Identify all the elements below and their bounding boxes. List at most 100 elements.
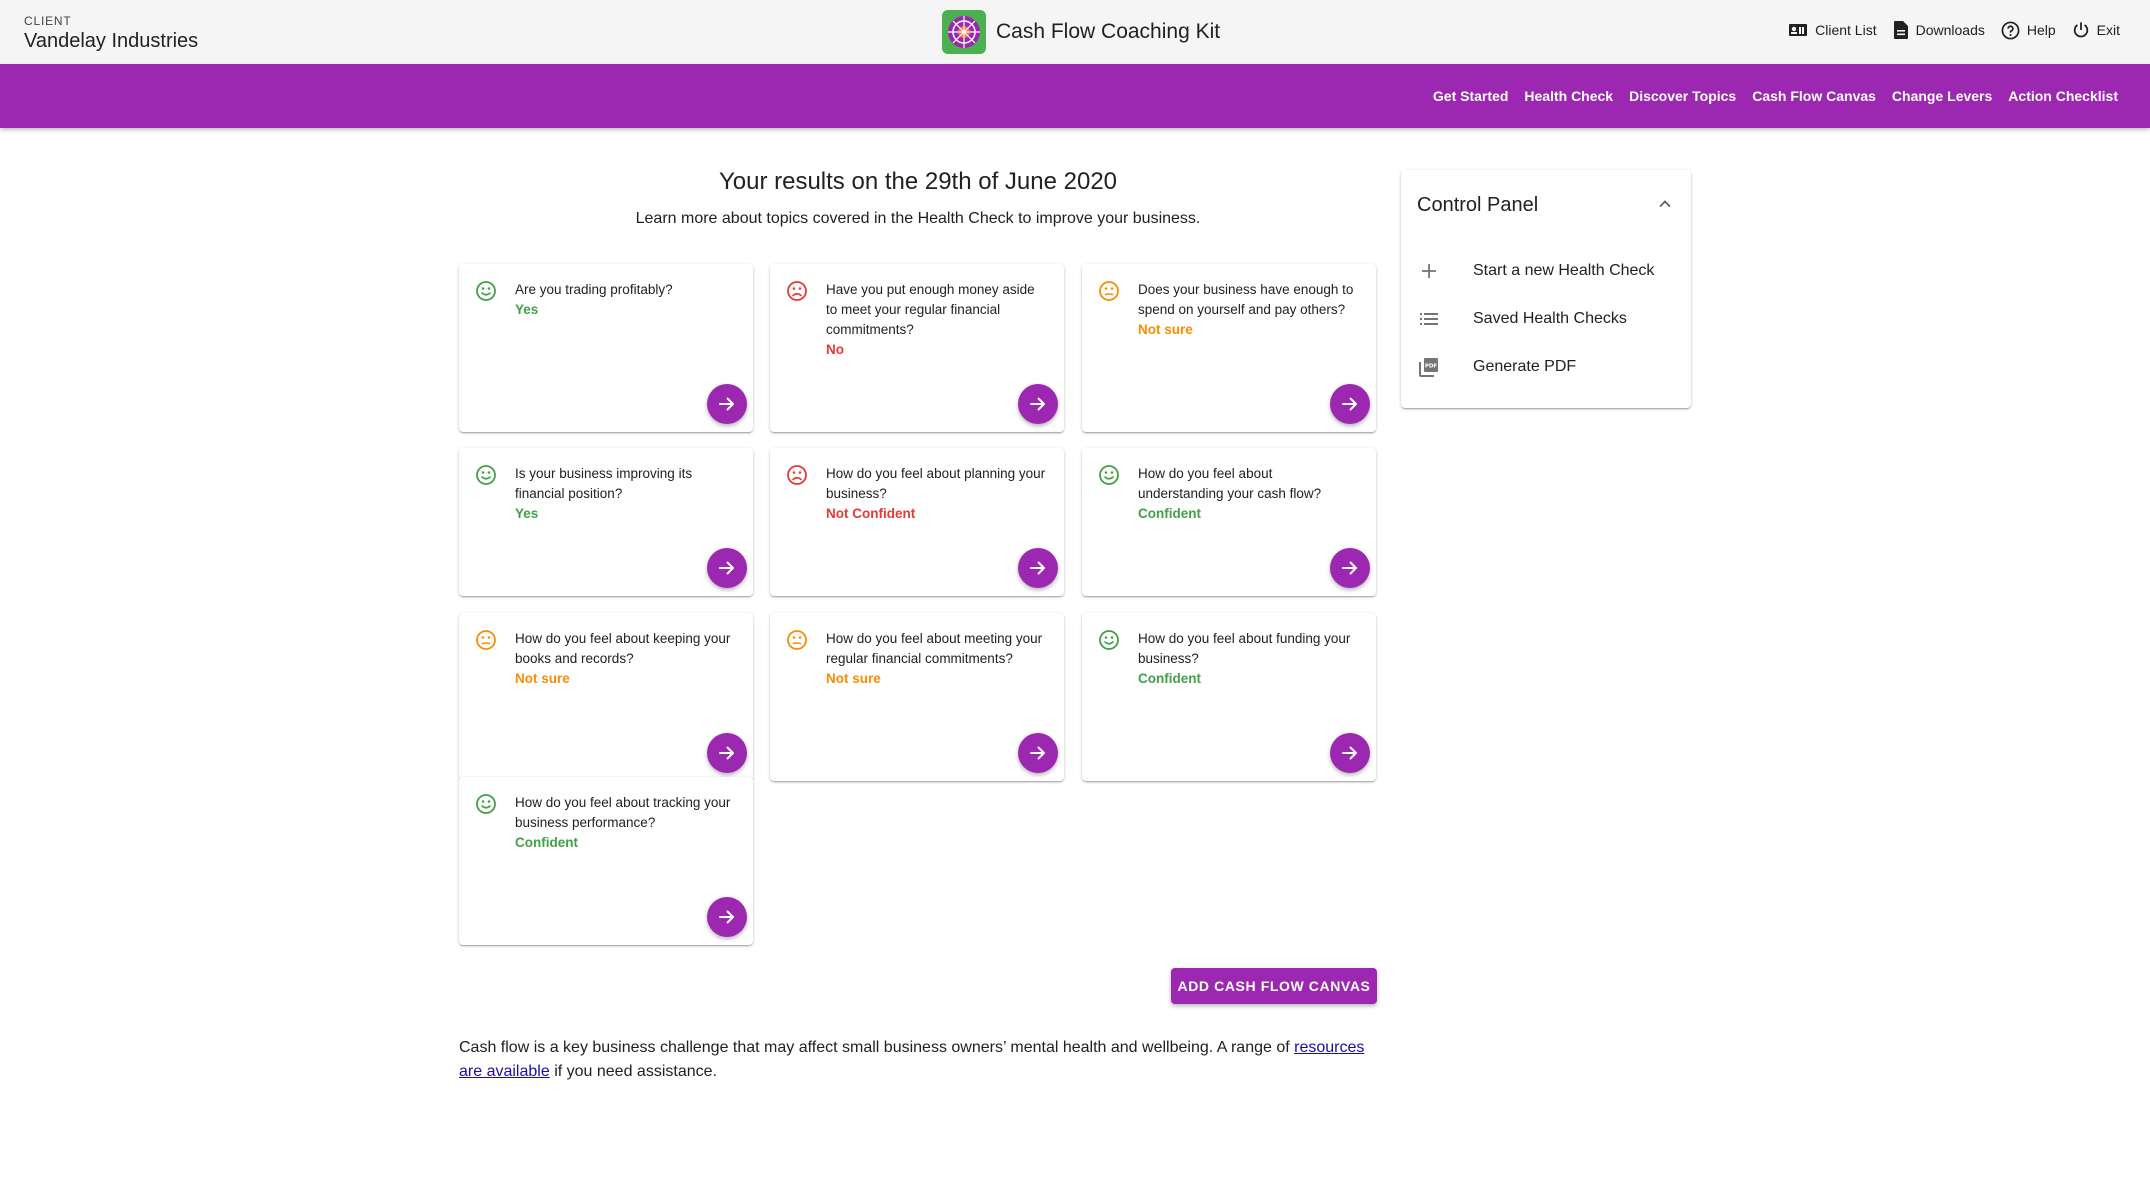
nav-health-check[interactable]: Health Check xyxy=(1524,88,1613,104)
happy-face-icon xyxy=(475,464,497,486)
pdf-icon: PDF xyxy=(1417,355,1441,379)
list-icon xyxy=(1417,307,1441,331)
saved-health-checks-label: Saved Health Checks xyxy=(1473,310,1627,327)
card-answer: Confident xyxy=(1138,671,1201,686)
card-question: How do you feel about tracking your busi… xyxy=(515,793,737,853)
app-logo-icon xyxy=(942,10,986,54)
arrow-right-icon xyxy=(1342,561,1357,575)
utility-nav: Client List Downloads Help Exit xyxy=(1772,20,2120,40)
app-title: Cash Flow Coaching Kit xyxy=(996,20,1221,43)
open-topic-button[interactable] xyxy=(707,733,747,773)
nav-cash-flow-canvas[interactable]: Cash Flow Canvas xyxy=(1752,88,1876,104)
chevron-up-icon[interactable] xyxy=(1657,196,1673,217)
client-list-link[interactable]: Client List xyxy=(1788,22,1877,38)
open-topic-button[interactable] xyxy=(1018,548,1058,588)
downloads-link[interactable]: Downloads xyxy=(1893,20,1985,40)
downloads-label: Downloads xyxy=(1915,22,1985,38)
health-check-card: How do you feel about funding your busin… xyxy=(1082,613,1376,781)
arrow-right-icon xyxy=(719,397,734,411)
generate-pdf-button[interactable]: PDF Generate PDF xyxy=(1401,347,1691,387)
client-name: Vandelay Industries xyxy=(24,30,199,52)
exit-link[interactable]: Exit xyxy=(2072,21,2120,39)
card-question: How do you feel about meeting your regul… xyxy=(826,629,1048,689)
app-brand[interactable]: Cash Flow Coaching Kit xyxy=(942,9,1220,55)
sad-face-icon xyxy=(786,464,808,486)
power-icon xyxy=(2073,22,2088,38)
open-topic-button[interactable] xyxy=(707,548,747,588)
open-topic-button[interactable] xyxy=(707,384,747,424)
card-answer: Not Confident xyxy=(826,506,916,521)
client-list-label: Client List xyxy=(1815,22,1877,38)
card-question: Are you trading profitably? Yes xyxy=(515,280,737,320)
arrow-right-icon xyxy=(719,910,734,924)
neutral-face-icon xyxy=(475,629,497,651)
main-nav: Get Started Health Check Discover Topics… xyxy=(0,64,2150,128)
results-subtitle: Learn more about topics covered in the H… xyxy=(635,210,1201,227)
arrow-right-icon xyxy=(1342,397,1357,411)
card-answer: Confident xyxy=(515,835,578,850)
health-check-card: Have you put enough money aside to meet … xyxy=(770,264,1064,432)
open-topic-button[interactable] xyxy=(1330,384,1370,424)
happy-face-icon xyxy=(475,793,497,815)
neutral-face-icon xyxy=(1098,280,1120,302)
open-topic-button[interactable] xyxy=(1330,733,1370,773)
arrow-right-icon xyxy=(719,561,734,575)
card-answer: Confident xyxy=(1138,506,1201,521)
control-panel-title: Control Panel xyxy=(1417,194,1539,216)
nav-discover-topics[interactable]: Discover Topics xyxy=(1629,88,1736,104)
card-question-text: Are you trading profitably? xyxy=(515,282,673,297)
open-topic-button[interactable] xyxy=(1018,384,1058,424)
health-check-card: How do you feel about understanding your… xyxy=(1082,448,1376,596)
card-question-text: Is your business improving its financial… xyxy=(515,466,693,501)
card-question-text: How do you feel about planning your busi… xyxy=(826,466,1046,501)
card-question-text: How do you feel about funding your busin… xyxy=(1138,631,1351,666)
nav-action-checklist[interactable]: Action Checklist xyxy=(2008,88,2118,104)
wellbeing-text-after: if you need assistance. xyxy=(554,1063,717,1080)
card-question: How do you feel about keeping your books… xyxy=(515,629,737,689)
health-check-card: How do you feel about meeting your regul… xyxy=(770,613,1064,781)
arrow-right-icon xyxy=(719,746,734,760)
contacts-icon xyxy=(1789,24,1808,36)
plus-icon xyxy=(1417,259,1441,283)
open-topic-button[interactable] xyxy=(707,897,747,937)
arrow-right-icon xyxy=(1030,561,1045,575)
saved-health-checks-button[interactable]: Saved Health Checks xyxy=(1401,299,1691,339)
nav-get-started[interactable]: Get Started xyxy=(1433,88,1508,104)
card-question-text: How do you feel about meeting your regul… xyxy=(826,631,1043,666)
client-label: CLIENT xyxy=(24,14,72,28)
wellbeing-text-before: Cash flow is a key business challenge th… xyxy=(459,1039,1290,1056)
card-question: How do you feel about funding your busin… xyxy=(1138,629,1360,689)
start-new-health-check-label: Start a new Health Check xyxy=(1473,262,1655,279)
card-question: Have you put enough money aside to meet … xyxy=(826,280,1048,360)
card-answer: Yes xyxy=(515,506,539,521)
results-title: Your results on the 29th of June 2020 xyxy=(718,168,1118,195)
card-question-text: Have you put enough money aside to meet … xyxy=(826,282,1035,337)
top-bar: CLIENT Vandelay Industries Cash Flow Coa… xyxy=(0,0,2150,64)
card-question: Does your business have enough to spend … xyxy=(1138,280,1360,340)
open-topic-button[interactable] xyxy=(1330,548,1370,588)
start-new-health-check-button[interactable]: Start a new Health Check xyxy=(1401,251,1691,291)
happy-face-icon xyxy=(1098,464,1120,486)
control-panel: Control Panel Start a new Health Check S… xyxy=(1401,170,1691,408)
health-check-card: Is your business improving its financial… xyxy=(459,448,753,596)
card-question-text: How do you feel about tracking your busi… xyxy=(515,795,731,830)
help-label: Help xyxy=(2026,22,2056,38)
neutral-face-icon xyxy=(786,629,808,651)
generate-pdf-label: Generate PDF xyxy=(1473,358,1577,375)
card-answer: Not sure xyxy=(1138,322,1193,337)
card-answer: Not sure xyxy=(826,671,881,686)
nav-change-levers[interactable]: Change Levers xyxy=(1892,88,1992,104)
arrow-right-icon xyxy=(1030,397,1045,411)
card-question: Is your business improving its financial… xyxy=(515,464,737,524)
sad-face-icon xyxy=(786,280,808,302)
help-link[interactable]: Help xyxy=(2001,21,2056,40)
card-answer: Yes xyxy=(515,302,539,317)
card-question: How do you feel about understanding your… xyxy=(1138,464,1360,524)
health-check-card: Does your business have enough to spend … xyxy=(1082,264,1376,432)
card-answer: Not sure xyxy=(515,671,570,686)
card-question-text: How do you feel about keeping your books… xyxy=(515,631,731,666)
happy-face-icon xyxy=(475,280,497,302)
card-question-text: Does your business have enough to spend … xyxy=(1138,282,1354,317)
open-topic-button[interactable] xyxy=(1018,733,1058,773)
add-cash-flow-canvas-button[interactable]: ADD CASH FLOW CANVAS xyxy=(1171,968,1377,1004)
